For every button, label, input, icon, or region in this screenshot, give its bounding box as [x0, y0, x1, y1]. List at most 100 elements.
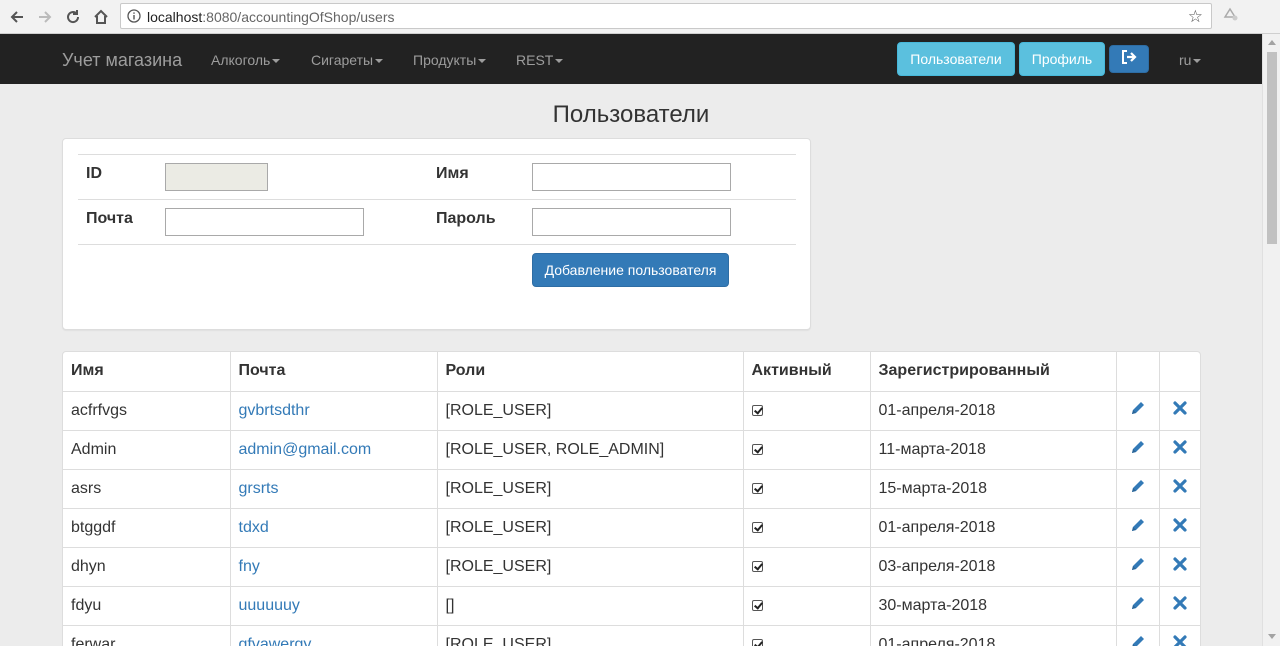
page-title: Пользователи	[552, 101, 710, 128]
add-user-button[interactable]: Добавление пользователя	[532, 253, 729, 287]
language-dropdown[interactable]: ru	[1179, 52, 1202, 68]
menu-rest[interactable]: REST	[516, 52, 564, 68]
remove-icon[interactable]	[1172, 596, 1188, 615]
user-name: ferwar	[63, 625, 231, 646]
user-email-cell: gvbrtsdthr	[230, 391, 438, 431]
caret-down-icon	[478, 59, 487, 64]
column-header-name: Имя	[63, 352, 231, 392]
language-label: ru	[1179, 52, 1192, 68]
logout-button[interactable]	[1109, 45, 1149, 73]
pencil-icon[interactable]	[1129, 597, 1147, 616]
user-registered: 30-марта-2018	[870, 586, 1117, 626]
divider	[78, 244, 796, 245]
extension-icon[interactable]	[1222, 5, 1240, 28]
remove-icon[interactable]	[1172, 518, 1188, 537]
profile-button[interactable]: Профиль	[1019, 42, 1105, 76]
active-checkbox[interactable]	[751, 443, 763, 455]
user-active-cell	[743, 391, 871, 431]
remove-icon[interactable]	[1172, 635, 1188, 646]
active-checkbox[interactable]	[751, 560, 763, 572]
bookmark-star-icon[interactable]: ☆	[1188, 7, 1203, 27]
table-row: acfrfvgs gvbrtsdthr [ROLE_USER] 01-апреля-2…	[63, 391, 1201, 431]
user-email-link[interactable]: gvbrtsdthr	[239, 402, 310, 419]
delete-cell	[1159, 586, 1201, 626]
delete-cell	[1159, 469, 1201, 509]
edit-cell	[1116, 508, 1160, 548]
page-scrollbar[interactable]	[1262, 34, 1280, 646]
pencil-icon[interactable]	[1129, 402, 1147, 421]
active-checkbox[interactable]	[751, 521, 763, 533]
table-row: fdyu uuuuuuy [] 30-марта-2018	[63, 586, 1201, 626]
email-label: Почта	[86, 210, 133, 227]
pencil-icon[interactable]	[1129, 441, 1147, 460]
user-email-cell: tdxd	[230, 508, 438, 548]
user-registered: 01-апреля-2018	[870, 508, 1117, 548]
user-roles: [ROLE_USER]	[437, 625, 744, 646]
pencil-icon[interactable]	[1129, 480, 1147, 499]
remove-icon[interactable]	[1172, 440, 1188, 459]
user-email-link[interactable]: fny	[239, 558, 260, 575]
menu-alcohol[interactable]: Алкоголь	[211, 52, 281, 68]
delete-cell	[1159, 508, 1201, 548]
user-email-cell: grsrts	[230, 469, 438, 509]
address-bar[interactable]: localhost:8080/accountingOfShop/users ☆	[120, 3, 1212, 29]
id-field	[165, 163, 268, 191]
user-registered: 15-марта-2018	[870, 469, 1117, 509]
remove-icon[interactable]	[1172, 557, 1188, 576]
remove-icon[interactable]	[1172, 479, 1188, 498]
edit-cell	[1116, 391, 1160, 431]
edit-cell	[1116, 625, 1160, 646]
password-field[interactable]	[532, 208, 731, 236]
url-text: localhost:8080/accountingOfShop/users	[147, 9, 395, 25]
user-name: btggdf	[63, 508, 231, 548]
user-registered: 01-апреля-2018	[870, 391, 1117, 431]
users-table-panel: Имя Почта Роли Активный Зарегистрированн…	[62, 351, 1201, 646]
users-button[interactable]: Пользователи	[897, 42, 1015, 76]
user-email-link[interactable]: uuuuuuy	[239, 597, 300, 614]
user-active-cell	[743, 469, 871, 509]
caret-down-icon	[555, 59, 564, 64]
brand-link[interactable]: Учет магазина	[62, 50, 182, 71]
menu-products[interactable]: Продукты	[413, 52, 487, 68]
user-roles: [ROLE_USER, ROLE_ADMIN]	[437, 430, 744, 470]
caret-down-icon	[375, 59, 384, 64]
user-name: dhyn	[63, 547, 231, 587]
pencil-icon[interactable]	[1129, 519, 1147, 538]
active-checkbox[interactable]	[751, 482, 763, 494]
forward-icon[interactable]	[33, 5, 57, 29]
user-roles: [ROLE_USER]	[437, 547, 744, 587]
email-field[interactable]	[165, 208, 364, 236]
user-email-link[interactable]: gfvawergy	[239, 636, 312, 646]
pencil-icon[interactable]	[1129, 636, 1147, 646]
active-checkbox[interactable]	[751, 404, 763, 416]
user-email-cell: admin@gmail.com	[230, 430, 438, 470]
user-email-cell: gfvawergy	[230, 625, 438, 646]
edit-cell	[1116, 586, 1160, 626]
table-row: ferwar gfvawergy [ROLE_USER] 01-апреля-2018	[63, 625, 1201, 646]
pencil-icon[interactable]	[1129, 558, 1147, 577]
id-label: ID	[86, 165, 102, 182]
user-roles: [ROLE_USER]	[437, 391, 744, 431]
user-email-link[interactable]: grsrts	[239, 480, 279, 497]
back-icon[interactable]	[5, 5, 29, 29]
scroll-up-icon[interactable]	[1268, 40, 1276, 45]
remove-icon[interactable]	[1172, 401, 1188, 420]
active-checkbox[interactable]	[751, 638, 763, 646]
password-label: Пароль	[436, 210, 496, 227]
user-email-link[interactable]: admin@gmail.com	[239, 441, 372, 458]
edit-cell	[1116, 430, 1160, 470]
menu-cigarettes[interactable]: Сигареты	[311, 52, 384, 68]
user-email-link[interactable]: tdxd	[239, 519, 269, 536]
home-icon[interactable]	[89, 5, 113, 29]
column-header-delete	[1159, 352, 1201, 392]
reload-icon[interactable]	[61, 5, 85, 29]
info-icon[interactable]	[127, 9, 141, 28]
name-field[interactable]	[532, 163, 731, 191]
divider	[78, 199, 796, 200]
scroll-thumb[interactable]	[1267, 52, 1277, 244]
top-navbar: Учет магазина Алкоголь Сигареты Продукты…	[0, 34, 1262, 84]
user-name: acfrfvgs	[63, 391, 231, 431]
user-name: asrs	[63, 469, 231, 509]
active-checkbox[interactable]	[751, 599, 763, 611]
scroll-down-icon[interactable]	[1268, 634, 1276, 639]
